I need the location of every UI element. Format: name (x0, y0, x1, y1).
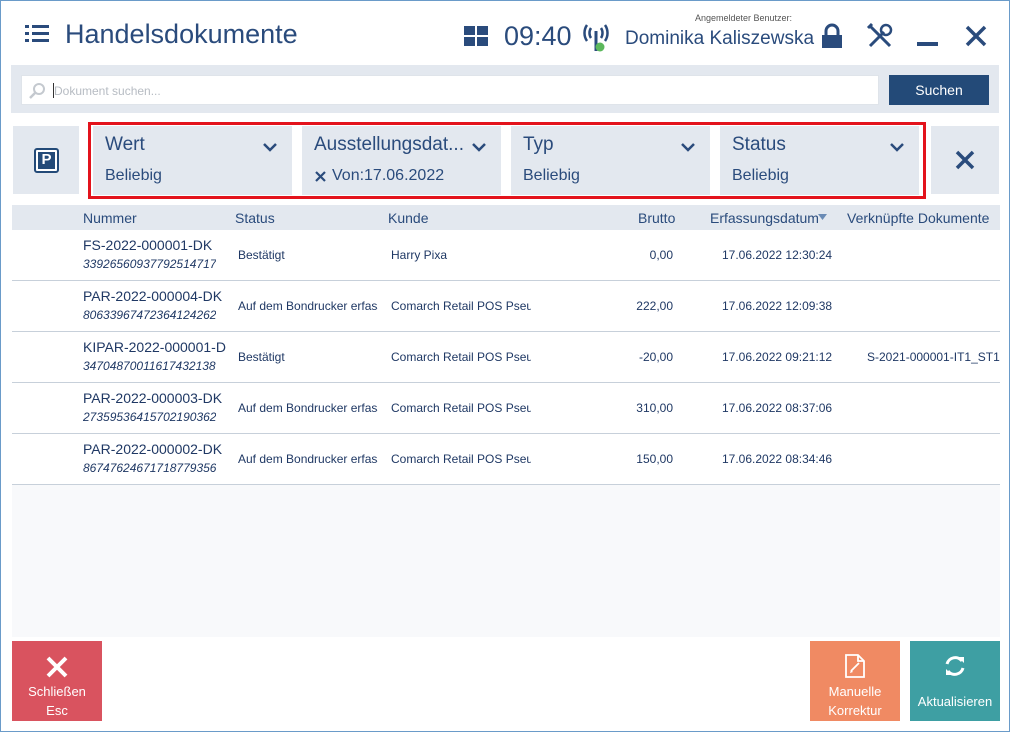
document-gross: 310,00 (636, 401, 673, 415)
minimize-icon[interactable] (913, 21, 943, 51)
table-row[interactable]: KIPAR-2022-000001-DK 3470487001161743213… (12, 332, 1000, 383)
close-button[interactable]: Schließen Esc (12, 641, 102, 721)
document-customer: Comarch Retail POS Pseudo (391, 452, 531, 466)
document-code: 80633967472364124262 (83, 308, 217, 322)
document-status: Auf dem Bondrucker erfasst (238, 452, 378, 466)
empty-list-area (12, 485, 1000, 637)
document-date: 17.06.2022 12:09:38 (722, 299, 833, 313)
document-date: 17.06.2022 12:30:24 (722, 248, 833, 262)
document-edit-icon (845, 654, 865, 678)
tools-icon[interactable] (865, 21, 895, 51)
connection-status-icon (583, 24, 609, 52)
search-input[interactable] (54, 80, 864, 102)
page-title: Handelsdokumente (65, 19, 298, 49)
document-number: KIPAR-2022-000001-DK (83, 339, 226, 355)
document-number: PAR-2022-000004-DK (83, 288, 223, 304)
document-date: 17.06.2022 08:34:46 (722, 452, 833, 466)
table-row[interactable]: PAR-2022-000004-DK 80633967472364124262 … (12, 281, 1000, 332)
search-bar: Suchen (11, 65, 999, 113)
manual-correction-button[interactable]: Manuelle Korrektur (810, 641, 900, 721)
search-box[interactable] (21, 75, 879, 105)
column-header-nummer[interactable]: Nummer (83, 210, 137, 226)
refresh-button-label: Aktualisieren (917, 694, 993, 709)
document-status: Bestätigt (238, 248, 285, 262)
close-button-label: Schließen (28, 684, 86, 699)
document-date: 17.06.2022 08:37:06 (722, 401, 833, 415)
document-customer: Harry Pixa (391, 248, 448, 262)
user-name: Dominika Kaliszewska (625, 28, 815, 49)
document-customer: Comarch Retail POS Pseudo (391, 401, 531, 415)
table-row[interactable]: FS-2022-000001-DK 3392656093779251471​7 … (12, 230, 1000, 281)
manual-correction-label: Manuelle (828, 684, 882, 699)
document-status: Auf dem Bondrucker erfasst (238, 299, 378, 313)
document-code: 86747624671718779356 (83, 461, 217, 475)
table-header: Nummer Status Kunde Brutto Erfassungsdat… (12, 205, 1000, 230)
sort-descending-icon (818, 214, 827, 220)
column-header-brutto[interactable]: Brutto (638, 210, 675, 226)
parked-documents-button[interactable]: P (13, 126, 79, 194)
parking-icon: P (34, 148, 59, 173)
table-row[interactable]: PAR-2022-000003-DK 27359536415702190362 … (12, 383, 1000, 434)
document-number: PAR-2022-000003-DK (83, 390, 223, 406)
column-header-verknuepfte-dokumente[interactable]: Verknüpfte Dokumente (847, 210, 989, 226)
column-header-kunde[interactable]: Kunde (388, 210, 428, 226)
document-status: Bestätigt (238, 350, 285, 364)
search-button[interactable]: Suchen (889, 75, 989, 105)
refresh-button[interactable]: Aktualisieren (910, 641, 1000, 721)
user-caption: Angemeldeter Benutzer: (695, 13, 793, 23)
lock-icon[interactable] (817, 21, 847, 51)
document-linked: S-2021-000001-IT1_ST1 (867, 350, 1000, 364)
document-code: 27359536415702190362 (83, 410, 217, 424)
search-icon (29, 83, 45, 99)
menu-icon[interactable] (25, 25, 49, 45)
refresh-icon (945, 656, 965, 676)
close-icon (955, 150, 975, 170)
document-gross: 0,00 (649, 248, 673, 262)
windows-icon[interactable] (464, 26, 488, 46)
document-date: 17.06.2022 09:21:12 (722, 350, 833, 364)
column-header-erfassungsdatum[interactable]: Erfassungsdatum (710, 210, 819, 226)
document-customer: Comarch Retail POS Pseudo (391, 299, 531, 313)
clear-filters-button[interactable] (931, 126, 999, 194)
document-gross: 222,00 (636, 299, 673, 313)
document-code: 34704870011617432138 (83, 359, 216, 373)
document-customer: Comarch Retail POS Pseudo (391, 350, 531, 364)
document-number: PAR-2022-000002-DK (83, 441, 223, 457)
document-code: 3392656093779251471​7 (83, 257, 217, 271)
document-gross: -20,00 (638, 350, 673, 364)
column-header-status[interactable]: Status (235, 210, 275, 226)
table-row[interactable]: PAR-2022-000002-DK 86747624671718779356 … (12, 434, 1000, 485)
close-button-shortcut: Esc (46, 703, 68, 718)
documents-table: Nummer Status Kunde Brutto Erfassungsdat… (12, 205, 1000, 485)
document-number: FS-2022-000001-DK (83, 237, 213, 253)
filter-highlight-frame (88, 122, 926, 199)
app-header: Handelsdokumente 09:40 Angemeldeter Benu… (1, 1, 1009, 67)
document-status: Auf dem Bondrucker erfasst (238, 401, 378, 415)
close-icon[interactable] (961, 21, 991, 51)
close-icon (46, 656, 68, 678)
document-gross: 150,00 (636, 452, 673, 466)
manual-correction-label-2: Korrektur (828, 703, 882, 718)
clock: 09:40 (504, 21, 572, 51)
